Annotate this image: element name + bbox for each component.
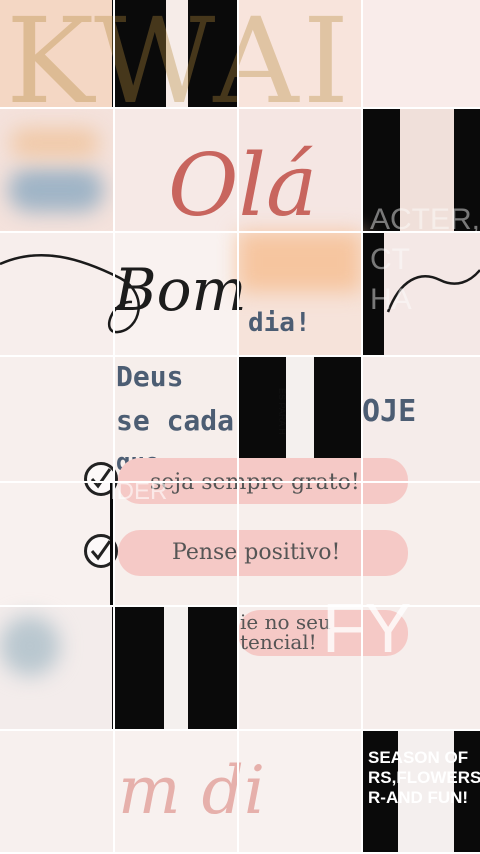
- puzzle-tile[interactable]: [362, 0, 480, 108]
- dia-text: dia!: [248, 308, 311, 338]
- greeting-text: Olá: [168, 136, 318, 236]
- grid-line: [361, 0, 363, 854]
- grid-line: [0, 729, 480, 731]
- bottom-script-text: m di: [118, 752, 265, 829]
- grid-line: [0, 481, 480, 483]
- hoje-text: OJE: [362, 394, 417, 429]
- puzzle-tile[interactable]: [112, 606, 238, 730]
- grid-line: [0, 605, 480, 607]
- grid-line: [0, 231, 480, 233]
- ghost-text-bottom-right: SEASON OF RS,FLOWERS, R-AND FUN!: [368, 748, 480, 807]
- se-cada-text: se cada: [116, 404, 235, 437]
- grid-line: [0, 355, 480, 357]
- grid-line: [237, 0, 239, 854]
- deus-text: Deus: [116, 360, 184, 393]
- puzzle-tile[interactable]: [0, 606, 112, 730]
- grid-line: [113, 0, 115, 854]
- grid-line: [0, 107, 480, 109]
- ghost-text-mid-right: FY: [322, 589, 412, 667]
- bom-text: Bom: [114, 256, 247, 324]
- jigsaw-puzzle-board: KWAI Olá Bom dia! ACTER, CT HA Deus se c…: [0, 0, 480, 854]
- puzzle-tile[interactable]: [0, 730, 114, 854]
- tip-text-3b: tencial!: [240, 630, 317, 654]
- ghost-text-top-right: ACTER, CT HA: [370, 203, 480, 316]
- tip-text-2: Pense positivo!: [172, 540, 341, 565]
- puzzle-tile[interactable]: [0, 108, 114, 232]
- tips-label: ES PARA H: [277, 388, 287, 435]
